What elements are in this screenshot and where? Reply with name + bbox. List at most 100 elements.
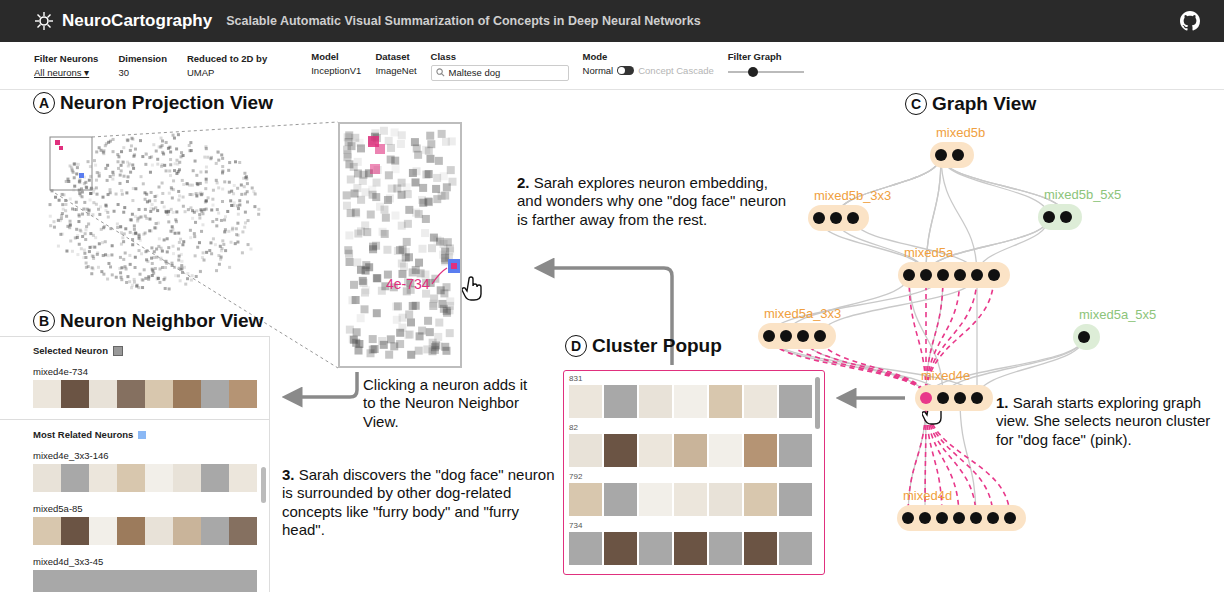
- neuron-cluster-node[interactable]: [970, 512, 982, 524]
- thumbnail: [674, 385, 707, 418]
- thumbnail: [33, 517, 61, 545]
- neuron-cluster-node[interactable]: [936, 512, 948, 524]
- control: ModelInceptionV1: [311, 51, 361, 76]
- view-title: CGraph View: [905, 93, 1036, 115]
- thumbnail: [229, 517, 257, 545]
- scrollbar[interactable]: [261, 467, 266, 503]
- neuron-cluster-node[interactable]: [952, 149, 964, 161]
- thumbnail: [744, 532, 777, 565]
- thumbnail: [604, 434, 637, 467]
- related-square-icon: [138, 431, 146, 439]
- layer-node-group: [758, 323, 836, 349]
- neuron-cluster-node[interactable]: [902, 512, 914, 524]
- neuron-cluster-node[interactable]: [830, 212, 842, 224]
- class-search-field[interactable]: Maltese dog: [431, 65, 569, 81]
- neuron-cluster-node[interactable]: [953, 512, 965, 524]
- cluster-item[interactable]: 792: [569, 472, 824, 516]
- view-title: ANeuron Projection View: [33, 92, 270, 114]
- thumbnail: [569, 434, 602, 467]
- neuron-cluster-node[interactable]: [988, 269, 1000, 281]
- scrollbar[interactable]: [815, 377, 820, 429]
- thumbnail: [145, 570, 173, 592]
- neuron-item[interactable]: mixed4d_3x3-45: [33, 556, 269, 592]
- thumbnail-row: [569, 532, 824, 565]
- step-number: 2.: [517, 174, 530, 191]
- thumbnail: [61, 570, 89, 592]
- layer-node-group: [1073, 324, 1100, 350]
- layer-label: mixed5b: [936, 125, 985, 140]
- thumbnail: [89, 570, 117, 592]
- layer-label: mixed5a_5x5: [1079, 307, 1156, 322]
- cluster-item[interactable]: 831: [569, 374, 824, 418]
- neuron-cluster-node[interactable]: [987, 512, 999, 524]
- mode-control: ModeNormalConcept Cascade: [583, 51, 714, 76]
- thumbnail: [229, 570, 257, 592]
- cluster-item[interactable]: 82: [569, 423, 824, 467]
- neuron-neighbor-view: BNeuron Neighbor ViewSelected Neuronmixe…: [0, 306, 270, 592]
- neuron-cluster-node[interactable]: [971, 269, 983, 281]
- neuron-cluster-node[interactable]: [1043, 211, 1055, 223]
- neuron-cluster-node[interactable]: [813, 212, 825, 224]
- neuron-cluster-node[interactable]: [937, 269, 949, 281]
- thumbnail: [674, 483, 707, 516]
- neuron-cluster-node[interactable]: [847, 212, 859, 224]
- layer-node-group: [915, 385, 993, 411]
- thumbnail: [674, 532, 707, 565]
- neuron-cluster-node[interactable]: [903, 269, 915, 281]
- step-number: 3.: [282, 466, 295, 483]
- app-page: NeuroCartographyScalable Automatic Visua…: [0, 0, 1224, 592]
- neuron-cluster-node[interactable]: [797, 330, 809, 342]
- filter-graph-slider[interactable]: [728, 66, 804, 78]
- thumbnail: [117, 570, 145, 592]
- thumbnail: [569, 483, 602, 516]
- neuron-cluster-node[interactable]: [780, 330, 792, 342]
- neuron-cluster-node[interactable]: [954, 392, 966, 404]
- control-value[interactable]: All neurons ▾: [34, 67, 98, 78]
- step-number: 1.: [996, 394, 1009, 411]
- control-label: Reduced to 2D by: [187, 53, 267, 64]
- neuron-cluster-node[interactable]: [935, 149, 947, 161]
- thumbnail: [117, 380, 145, 408]
- neuron-cluster-node[interactable]: [971, 392, 983, 404]
- projection-scatter[interactable]: [35, 118, 270, 300]
- neuron-item[interactable]: mixed5a-85: [33, 503, 269, 545]
- embedding-controls: Filter NeuronsAll neurons ▾Dimension30Re…: [34, 53, 267, 78]
- neighbor-list: Selected Neuronmixed4e-734Most Related N…: [0, 336, 270, 592]
- neuron-cluster-node[interactable]: [814, 330, 826, 342]
- thumbnail: [173, 380, 201, 408]
- thumbnail: [201, 570, 229, 592]
- mode-option[interactable]: Concept Cascade: [638, 65, 714, 76]
- view-title-text: Cluster Popup: [592, 335, 722, 357]
- neuron-cluster-node[interactable]: [920, 269, 932, 281]
- mode-option[interactable]: Normal: [583, 65, 614, 76]
- control-label: Class: [431, 51, 569, 62]
- thumbnail-row: [569, 385, 824, 418]
- neuron-cluster-node[interactable]: [954, 269, 966, 281]
- github-icon[interactable]: [1180, 11, 1200, 31]
- thumbnail: [744, 483, 777, 516]
- neuron-item[interactable]: mixed4e-734: [33, 366, 269, 408]
- thumbnail: [61, 380, 89, 408]
- neuron-cluster-node[interactable]: [1060, 211, 1072, 223]
- projection-zoom-inset[interactable]: 4e-734: [338, 122, 462, 368]
- cluster-item[interactable]: 734: [569, 521, 824, 565]
- neuron-cluster-node[interactable]: [919, 512, 931, 524]
- neuron-cluster-node[interactable]: [920, 392, 932, 404]
- view-title-text: Neuron Projection View: [60, 92, 273, 114]
- neuron-cluster-node[interactable]: [763, 330, 775, 342]
- neuron-cluster-node[interactable]: [937, 392, 949, 404]
- slider-knob[interactable]: [748, 67, 758, 77]
- thumbnail: [744, 434, 777, 467]
- thumbnail-row: [569, 434, 824, 467]
- neuron-cluster-node[interactable]: [1004, 512, 1016, 524]
- thumbnail-row: [33, 570, 269, 592]
- step-annotation: 1. Sarah starts exploring graph view. Sh…: [996, 394, 1218, 449]
- neuron-cluster-node[interactable]: [1078, 331, 1090, 343]
- view-title-text: Graph View: [932, 93, 1036, 115]
- thumbnail: [201, 517, 229, 545]
- mode-toggle-row: Normal Concept Cascade: [583, 65, 714, 76]
- mode-toggle[interactable]: [617, 66, 634, 75]
- neuron-item[interactable]: mixed4e_3x3-146: [33, 450, 269, 492]
- thumbnail: [779, 483, 812, 516]
- thumbnail: [173, 570, 201, 592]
